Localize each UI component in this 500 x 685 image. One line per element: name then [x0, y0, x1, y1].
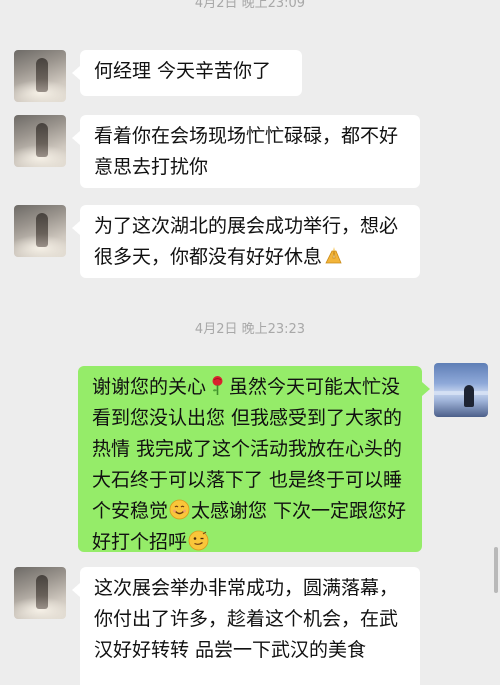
message-text: 这次展会举办非常成功，圆满落幕，你付出了许多，趁着这个机会，在武汉好好转转 品尝… [94, 577, 399, 661]
rose-icon [207, 375, 228, 396]
folded-hands-icon [323, 245, 344, 266]
message-text: 谢谢您的关心 [92, 376, 207, 398]
timestamp: 4月2日 晚上23:09 [194, 0, 306, 11]
chat-window: 4月2日 晚上23:09 何经理 今天辛苦你了 看着你在会场现场忙忙碌碌，都不好… [0, 0, 500, 685]
message-text: 看着你在会场现场忙忙碌碌，都不好意思去打扰你 [94, 125, 399, 178]
message-bubble-incoming[interactable]: 看着你在会场现场忙忙碌碌，都不好意思去打扰你 [72, 115, 420, 188]
avatar[interactable] [14, 205, 66, 257]
avatar[interactable] [14, 567, 66, 619]
message-bubble-incoming[interactable]: 这次展会举办非常成功，圆满落幕，你付出了许多，趁着这个机会，在武汉好好转转 品尝… [72, 567, 420, 685]
avatar[interactable] [14, 115, 66, 167]
avatar[interactable] [14, 50, 66, 102]
timestamp: 4月2日 晚上23:23 [194, 322, 306, 337]
avatar[interactable] [434, 363, 488, 417]
message-bubble-incoming[interactable]: 为了这次湖北的展会成功举行，想必很多天，你都没有好好休息 [72, 205, 420, 278]
cheeky-face-icon [188, 530, 209, 551]
message-bubble-incoming[interactable]: 何经理 今天辛苦你了 [72, 50, 302, 96]
smiling-face-icon [169, 499, 190, 520]
message-bubble-outgoing[interactable]: 谢谢您的关心 虽然今天可能太忙没看到您没认出您 但我感受到了大家的热情 我完成了这… [78, 366, 430, 553]
message-text: 为了这次湖北的展会成功举行，想必很多天，你都没有好好休息 [94, 215, 399, 268]
scrollbar[interactable] [494, 547, 498, 593]
message-text: 何经理 今天辛苦你了 [94, 60, 272, 82]
